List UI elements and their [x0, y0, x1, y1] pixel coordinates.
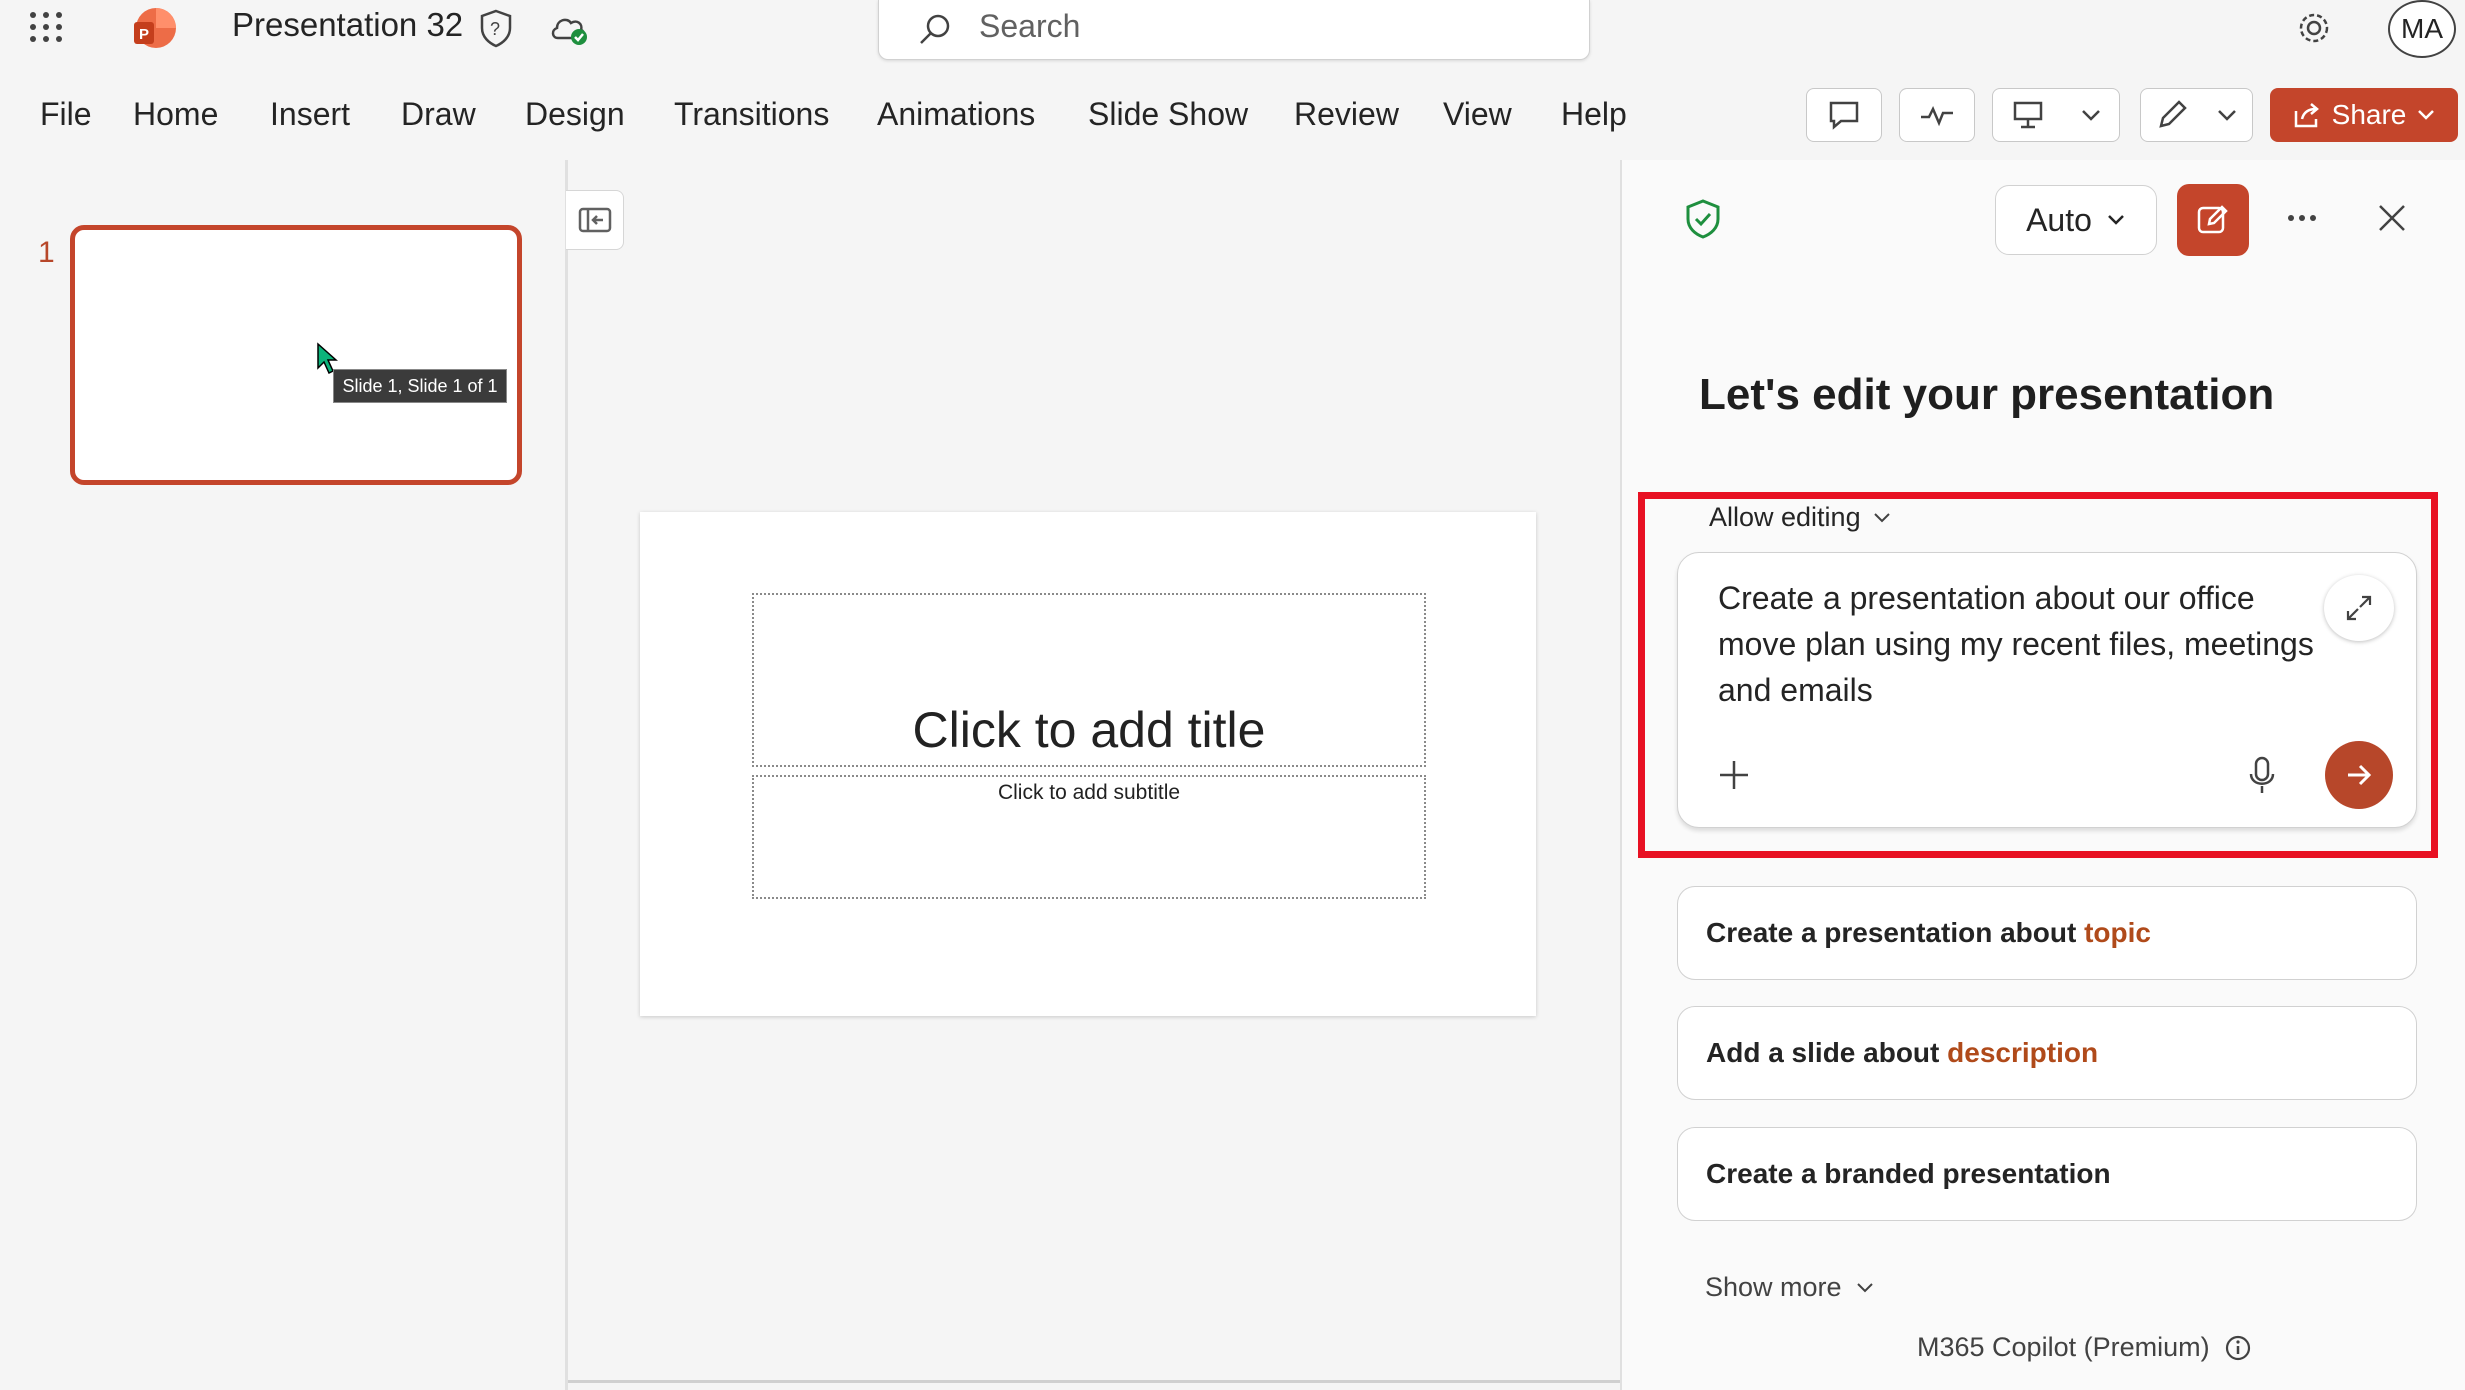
- license-text: M365 Copilot (Premium): [1917, 1332, 2210, 1362]
- subtitle-placeholder[interactable]: Click to add subtitle: [752, 775, 1426, 899]
- catch-up-button[interactable]: [1899, 88, 1975, 142]
- menu-animations[interactable]: Animations: [877, 96, 1035, 133]
- menu-insert[interactable]: Insert: [270, 96, 350, 133]
- title-placeholder[interactable]: Click to add title: [752, 593, 1426, 767]
- microphone-icon[interactable]: [2248, 755, 2276, 800]
- menu-transitions[interactable]: Transitions: [674, 96, 829, 133]
- chevron-down-icon: [1856, 1282, 1873, 1292]
- allow-editing-label: Allow editing: [1709, 502, 1861, 532]
- shield-check-icon: [1684, 198, 1722, 245]
- document-title[interactable]: Presentation 32: [232, 6, 463, 44]
- pencil-icon: [2159, 100, 2187, 128]
- mode-dropdown[interactable]: Auto: [1995, 185, 2157, 255]
- app-launcher-icon[interactable]: [24, 6, 64, 46]
- comment-icon: [1829, 101, 1859, 130]
- suggestion-branded-presentation[interactable]: Create a branded presentation: [1677, 1127, 2417, 1221]
- search-placeholder: Search: [979, 8, 1081, 44]
- editing-mode-button[interactable]: [2140, 88, 2253, 142]
- menu-file[interactable]: File: [40, 96, 92, 133]
- svg-text:P: P: [139, 26, 149, 43]
- copilot-heading: Let's edit your presentation: [1699, 370, 2275, 419]
- search-input[interactable]: Search: [878, 0, 1590, 60]
- expand-button[interactable]: [2324, 575, 2394, 641]
- menu-help[interactable]: Help: [1561, 96, 1627, 133]
- comments-button[interactable]: [1806, 88, 1882, 142]
- share-label: Share: [2331, 99, 2407, 130]
- show-more-button[interactable]: Show more: [1705, 1272, 1874, 1303]
- shield-question-icon[interactable]: ?: [478, 8, 514, 53]
- user-avatar[interactable]: MA: [2388, 0, 2456, 58]
- suggestion-text: Add a slide about: [1706, 1037, 1948, 1068]
- menu-home[interactable]: Home: [133, 96, 218, 133]
- add-attachment-icon[interactable]: [1716, 757, 1752, 798]
- copilot-license-label: M365 Copilot (Premium): [1917, 1332, 2252, 1363]
- suggestion-create-presentation[interactable]: Create a presentation about topic: [1677, 886, 2417, 980]
- powerpoint-logo-icon: P: [130, 4, 178, 52]
- chevron-down-icon: [2081, 110, 2100, 121]
- menu-draw[interactable]: Draw: [401, 96, 476, 133]
- present-button[interactable]: [1992, 88, 2120, 142]
- settings-gear-icon[interactable]: [2294, 8, 2334, 53]
- chevron-down-icon: [2418, 110, 2435, 120]
- panel-collapse-icon: [578, 207, 611, 233]
- suggestion-text: Create a branded presentation: [1706, 1158, 2111, 1189]
- share-button[interactable]: Share: [2270, 88, 2458, 142]
- cloud-saved-icon[interactable]: [548, 8, 590, 53]
- prompt-composer[interactable]: Create a presentation about our office m…: [1677, 552, 2417, 828]
- chevron-down-icon: [1873, 512, 1890, 522]
- arrow-right-icon: [2348, 764, 2372, 786]
- share-icon: [2294, 103, 2319, 128]
- collapse-thumbnails-button[interactable]: [566, 190, 624, 250]
- prompt-input[interactable]: Create a presentation about our office m…: [1718, 575, 2318, 713]
- compose-icon: [2197, 205, 2228, 234]
- mode-label: Auto: [2026, 201, 2092, 238]
- menu-view[interactable]: View: [1443, 96, 1512, 133]
- svg-text:?: ?: [490, 19, 500, 39]
- close-icon[interactable]: [2374, 200, 2410, 241]
- info-icon[interactable]: [2224, 1334, 2252, 1362]
- slide-canvas[interactable]: Click to add title Click to add subtitle: [640, 512, 1536, 1016]
- suggestion-add-slide[interactable]: Add a slide about description: [1677, 1006, 2417, 1100]
- slide-tooltip: Slide 1, Slide 1 of 1: [333, 369, 507, 403]
- slide-number: 1: [38, 236, 55, 269]
- search-icon: [917, 12, 953, 53]
- activity-icon: [1921, 106, 1953, 127]
- menu-design[interactable]: Design: [525, 96, 625, 133]
- menu-review[interactable]: Review: [1294, 96, 1399, 133]
- suggestion-accent: topic: [2084, 917, 2151, 948]
- slide-thumbnail[interactable]: [70, 225, 522, 485]
- present-icon: [2013, 101, 2042, 129]
- suggestion-text: Create a presentation about: [1706, 917, 2085, 948]
- show-more-label: Show more: [1705, 1272, 1842, 1302]
- new-chat-button[interactable]: [2177, 184, 2249, 256]
- horizontal-scrollbar[interactable]: [568, 1380, 1620, 1383]
- expand-icon: [2346, 595, 2372, 621]
- more-options-icon[interactable]: [2284, 200, 2320, 241]
- send-button[interactable]: [2325, 741, 2393, 809]
- pane-divider[interactable]: [565, 160, 568, 1390]
- chevron-down-icon: [2108, 215, 2124, 225]
- allow-editing-dropdown[interactable]: Allow editing: [1709, 502, 1891, 533]
- chevron-down-icon: [2218, 110, 2237, 121]
- suggestion-accent: description: [1947, 1037, 2099, 1068]
- menu-slide-show[interactable]: Slide Show: [1088, 96, 1248, 133]
